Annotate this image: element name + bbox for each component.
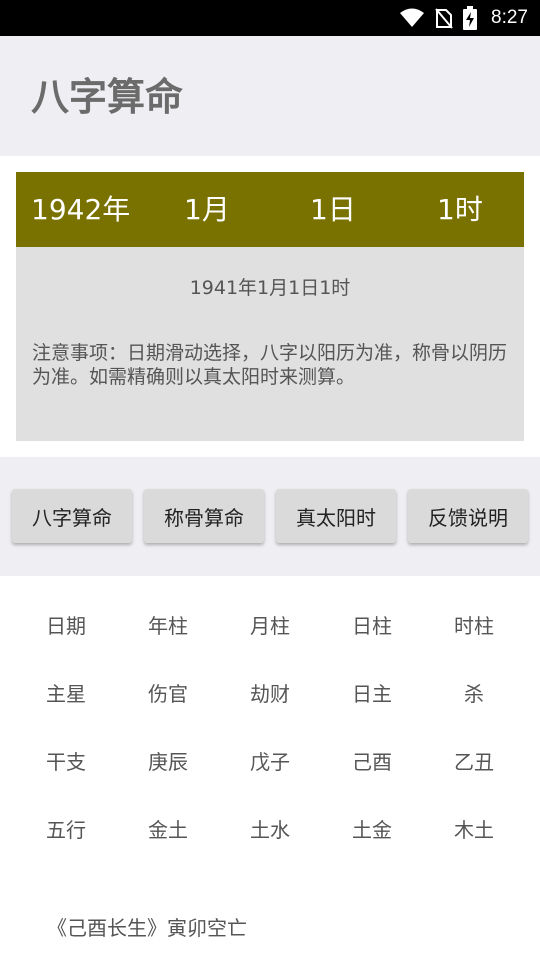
footer-note: 《己酉长生》寅卯空亡	[47, 916, 247, 940]
page-title: 八字算命	[31, 75, 184, 119]
table-cell: 土水	[250, 818, 290, 842]
hour-picker[interactable]: 1时	[437, 172, 483, 247]
table-cell: 年柱	[148, 614, 188, 638]
table-cell: 主星	[46, 682, 86, 706]
table-cell: 土金	[352, 818, 392, 842]
no-sim-icon	[435, 7, 453, 29]
notice-text: 注意事项：日期滑动选择，八字以阳历为准，称骨以阴历为准。如需精确则以真太阳时来测…	[32, 342, 508, 388]
table-cell: 干支	[46, 750, 86, 774]
table-cell: 日柱	[352, 614, 392, 638]
chenggu-button[interactable]: 称骨算命	[144, 489, 264, 543]
battery-charging-icon	[463, 6, 478, 30]
table-cell: 月柱	[250, 614, 290, 638]
lunar-date: 1941年1月1日1时	[189, 277, 351, 299]
month-picker[interactable]: 1月	[184, 172, 230, 247]
table-cell: 木土	[454, 818, 494, 842]
table-cell: 戊子	[250, 750, 290, 774]
status-time: 8:27	[491, 7, 528, 28]
table-cell: 日主	[352, 682, 392, 706]
table-cell: 庚辰	[148, 750, 188, 774]
table-row: 日期 年柱 月柱 日柱 时柱	[16, 592, 524, 660]
info-panel: 1941年1月1日1时 注意事项：日期滑动选择，八字以阳历为准，称骨以阴历为准。…	[16, 247, 524, 441]
table-cell: 五行	[46, 818, 86, 842]
table-cell: 乙丑	[454, 750, 494, 774]
table-row: 五行 金土 土水 土金 木土	[16, 796, 524, 864]
table-cell: 时柱	[454, 614, 494, 638]
solar-time-button[interactable]: 真太阳时	[276, 489, 396, 543]
table-row: 干支 庚辰 戊子 己酉 乙丑	[16, 728, 524, 796]
table-cell: 劫财	[250, 682, 290, 706]
table-cell: 日期	[46, 614, 86, 638]
date-picker[interactable]: 1942年 1月 1日 1时	[16, 172, 524, 247]
table-cell: 金土	[148, 818, 188, 842]
table-cell: 伤官	[148, 682, 188, 706]
bazi-button[interactable]: 八字算命	[12, 489, 132, 543]
table-cell: 杀	[464, 682, 484, 706]
table-row: 主星 伤官 劫财 日主 杀	[16, 660, 524, 728]
app-bar: 八字算命	[0, 36, 540, 156]
wifi-icon	[399, 8, 425, 28]
year-picker[interactable]: 1942年	[31, 172, 130, 247]
status-bar: 8:27	[0, 0, 540, 36]
day-picker[interactable]: 1日	[310, 172, 356, 247]
table-cell: 己酉	[352, 750, 392, 774]
bazi-table: 日期 年柱 月柱 日柱 时柱 主星 伤官 劫财 日主 杀 干支 庚辰 戊子 己酉…	[16, 592, 524, 864]
feedback-button[interactable]: 反馈说明	[408, 489, 528, 543]
button-bar: 八字算命 称骨算命 真太阳时 反馈说明	[0, 457, 540, 576]
